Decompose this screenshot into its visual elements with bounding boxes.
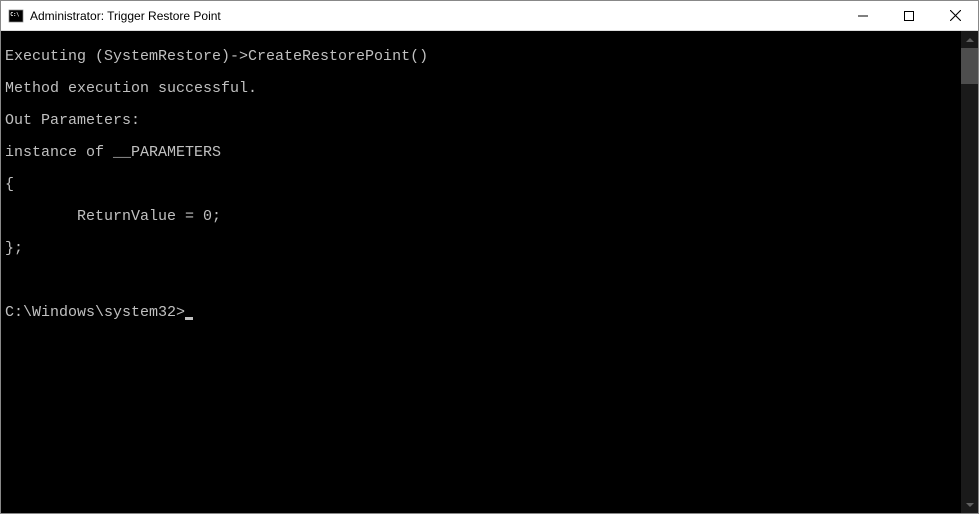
output-line: ReturnValue = 0; [5, 209, 957, 225]
maximize-button[interactable] [886, 1, 932, 30]
minimize-button[interactable] [840, 1, 886, 30]
output-line: Method execution successful. [5, 81, 957, 97]
svg-text:C:\: C:\ [10, 12, 19, 18]
cmd-icon: C:\ [8, 8, 24, 24]
scroll-thumb[interactable] [961, 48, 978, 84]
scroll-down-arrow-icon[interactable] [961, 496, 978, 513]
output-line: Out Parameters: [5, 113, 957, 129]
scroll-up-arrow-icon[interactable] [961, 31, 978, 48]
window-title: Administrator: Trigger Restore Point [30, 9, 840, 23]
vertical-scrollbar[interactable] [961, 31, 978, 513]
output-line: Executing (SystemRestore)->CreateRestore… [5, 49, 957, 65]
output-line: { [5, 177, 957, 193]
console-area[interactable]: Executing (SystemRestore)->CreateRestore… [1, 31, 978, 513]
prompt: C:\Windows\system32> [5, 305, 185, 321]
cursor [185, 317, 193, 320]
console-output: Executing (SystemRestore)->CreateRestore… [1, 31, 961, 513]
window-controls [840, 1, 978, 30]
output-line: instance of __PARAMETERS [5, 145, 957, 161]
output-line: }; [5, 241, 957, 257]
close-button[interactable] [932, 1, 978, 30]
titlebar[interactable]: C:\ Administrator: Trigger Restore Point [1, 1, 978, 31]
